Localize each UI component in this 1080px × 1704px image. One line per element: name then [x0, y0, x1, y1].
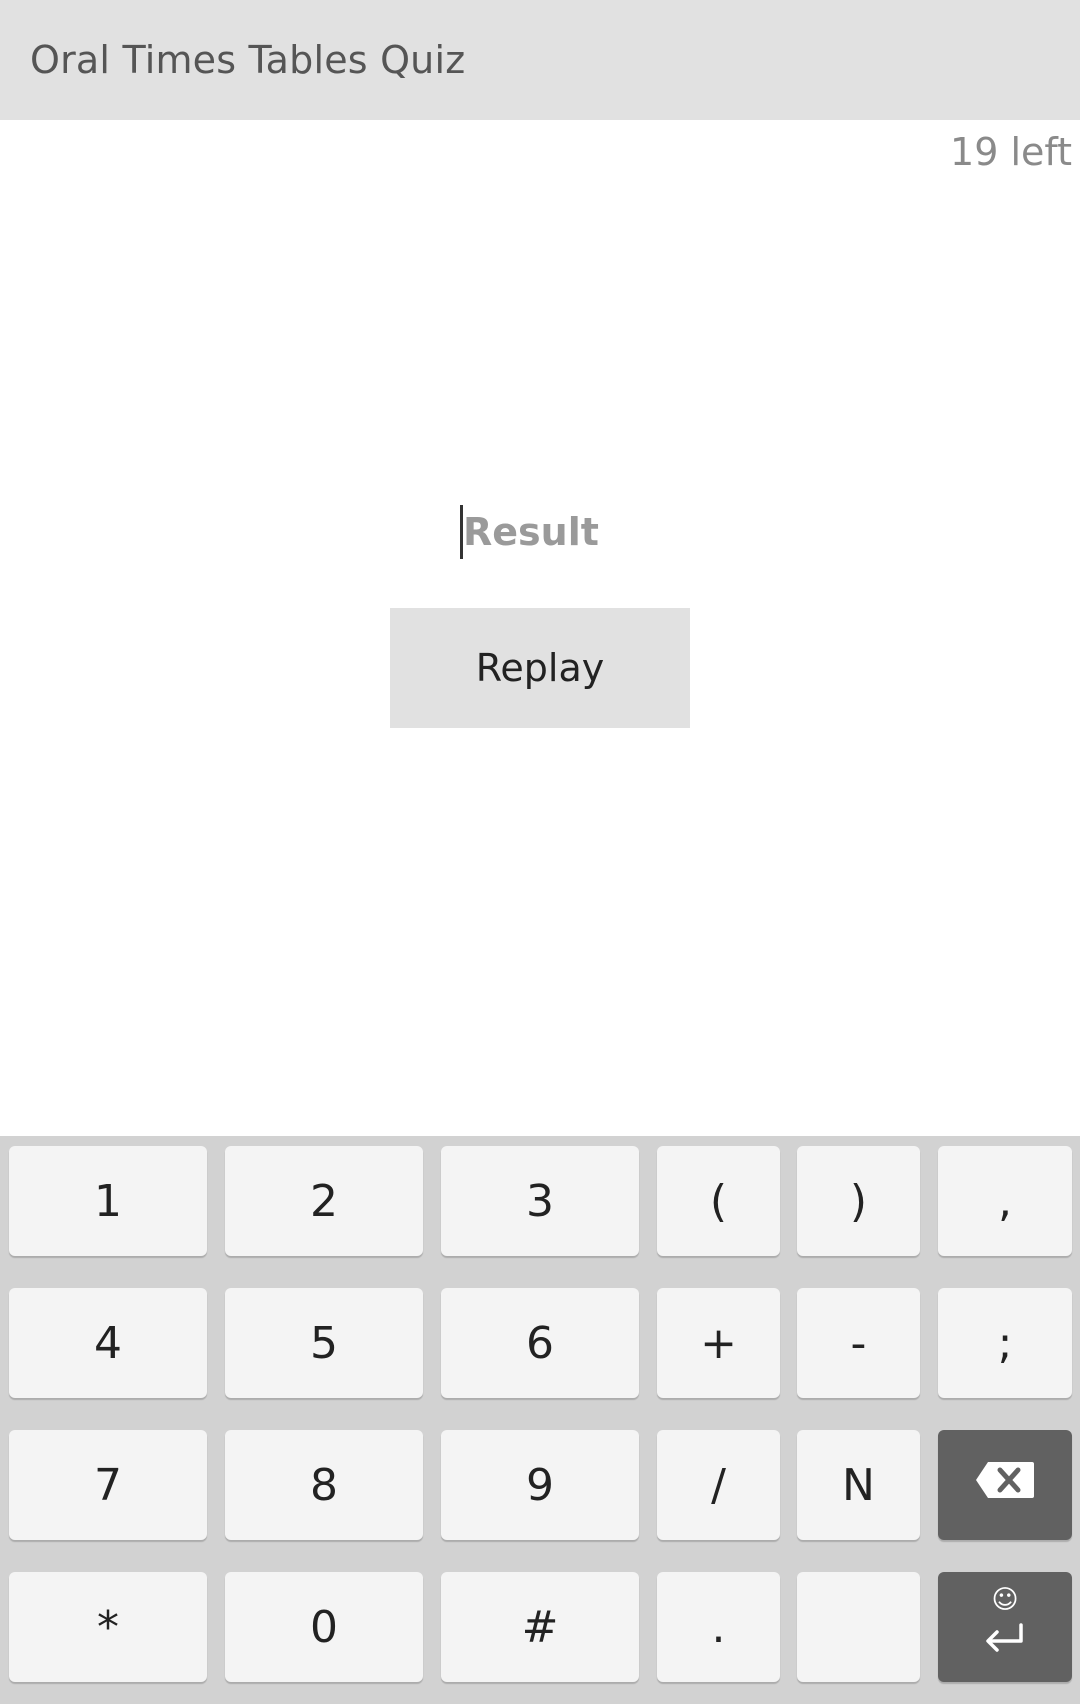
key-7[interactable]: 7 — [9, 1430, 207, 1540]
backspace-key[interactable] — [938, 1430, 1072, 1540]
key-space[interactable] — [797, 1572, 920, 1682]
key-semicolon[interactable]: ; — [938, 1288, 1072, 1398]
key-6[interactable]: 6 — [441, 1288, 639, 1398]
backspace-icon — [974, 1460, 1036, 1511]
key-n[interactable]: N — [797, 1430, 920, 1540]
key-5[interactable]: 5 — [225, 1288, 423, 1398]
key-4[interactable]: 4 — [9, 1288, 207, 1398]
app-root: Oral Times Tables Quiz 19 left Replay 1 … — [0, 0, 1080, 1704]
replay-button[interactable]: Replay — [390, 608, 690, 728]
questions-remaining: 19 left — [950, 130, 1072, 174]
title-bar: Oral Times Tables Quiz — [0, 0, 1080, 120]
enter-key[interactable]: ☺ — [938, 1572, 1072, 1682]
key-plus[interactable]: + — [657, 1288, 780, 1398]
result-input[interactable] — [463, 510, 603, 554]
key-3[interactable]: 3 — [441, 1146, 639, 1256]
key-asterisk[interactable]: * — [9, 1572, 207, 1682]
key-close-paren[interactable]: ) — [797, 1146, 920, 1256]
result-field[interactable] — [460, 500, 630, 564]
key-comma[interactable]: , — [938, 1146, 1072, 1256]
key-open-paren[interactable]: ( — [657, 1146, 780, 1256]
key-hash[interactable]: # — [441, 1572, 639, 1682]
key-minus[interactable]: - — [797, 1288, 920, 1398]
key-1[interactable]: 1 — [9, 1146, 207, 1256]
key-2[interactable]: 2 — [225, 1146, 423, 1256]
key-slash[interactable]: / — [657, 1430, 780, 1540]
key-8[interactable]: 8 — [225, 1430, 423, 1540]
app-title: Oral Times Tables Quiz — [30, 38, 466, 82]
key-0[interactable]: 0 — [225, 1572, 423, 1682]
key-period[interactable]: . — [657, 1572, 780, 1682]
enter-icon — [983, 1617, 1027, 1668]
smiley-icon: ☺ — [991, 1584, 1019, 1615]
numeric-keyboard: 1 2 3 ( ) , 4 5 6 + - ; 7 8 9 / N * 0 # — [0, 1136, 1080, 1704]
key-9[interactable]: 9 — [441, 1430, 639, 1540]
